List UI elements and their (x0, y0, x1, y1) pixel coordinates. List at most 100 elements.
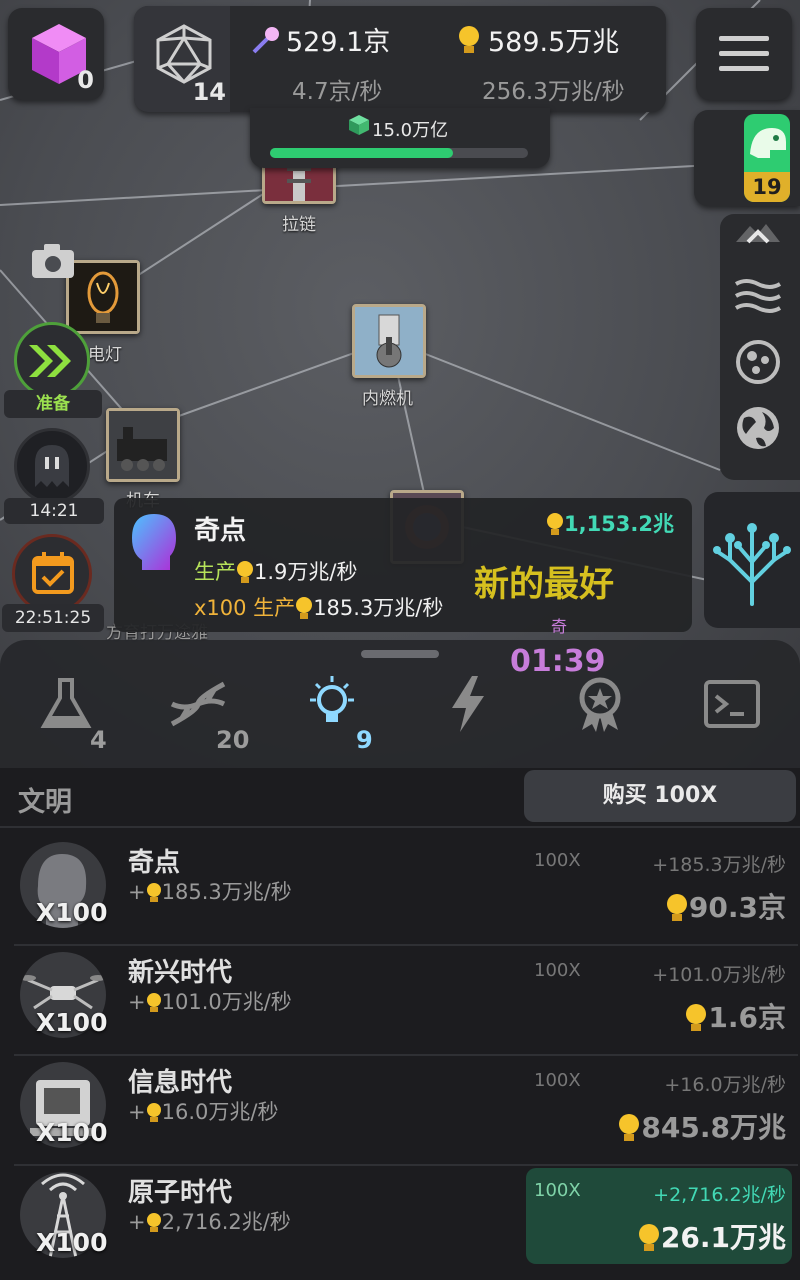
dna-icon (170, 681, 226, 727)
row-cost: 90.3京 (665, 886, 786, 926)
info-multiplier: x100 生产 185.3万兆/秒 (194, 592, 443, 622)
row-cost-value: 1.6京 (708, 1001, 786, 1034)
calendar-button[interactable] (12, 534, 92, 614)
bulb-icon (619, 1114, 640, 1141)
camera-icon[interactable] (30, 240, 76, 280)
header-divider (0, 826, 800, 828)
gem-button[interactable]: 0 (8, 8, 104, 100)
row-multiplier: X100 (36, 1118, 108, 1147)
creature-button[interactable]: 19 (694, 110, 800, 206)
row-cost: 26.1万兆 (637, 1216, 786, 1256)
ghost-icon (35, 445, 69, 487)
list-item-emerging-era[interactable]: X100 新兴时代 +101.0万兆/秒 100X +101.0万兆/秒 1.6… (14, 948, 798, 1056)
selected-info-panel: 奇点 1,153.2兆 生产 1.9万兆/秒 x100 生产 185.3万兆/秒 新… (114, 498, 692, 632)
list-header: 文明 (18, 787, 72, 818)
row-cost-value: 845.8万兆 (641, 1111, 786, 1144)
row-name: 原子时代 (128, 1178, 233, 1208)
bulb-icon (296, 597, 313, 619)
creature-badge: 19 (744, 114, 790, 202)
row-name: 奇点 (128, 848, 181, 878)
row-production-value: 16.0万兆/秒 (161, 1100, 279, 1124)
progress-fill (270, 148, 454, 158)
resource2-value: 589.5万兆 (488, 27, 620, 58)
row-cost-value: 26.1万兆 (660, 1221, 786, 1254)
row-name: 信息时代 (128, 1068, 233, 1098)
tech-tree-icon (713, 523, 791, 606)
bulb-icon (146, 1213, 161, 1232)
tab-dna-count: 20 (216, 726, 250, 754)
globe-icon[interactable] (734, 404, 782, 452)
cell-icon[interactable] (734, 338, 782, 386)
bulb-icon (666, 894, 687, 921)
dinosaur-icon (750, 128, 786, 158)
row-production: +185.3万兆/秒 (128, 880, 292, 904)
lightbulb-tab-icon (310, 676, 354, 722)
drag-handle[interactable] (361, 650, 439, 658)
tab-ideas-count: 9 (356, 726, 373, 754)
green-cube-icon (349, 115, 369, 135)
bulb-icon (459, 26, 479, 53)
resource2-rate: 256.3万兆/秒 (482, 79, 625, 105)
tab-energy[interactable] (428, 672, 508, 742)
list-item-atomic-age[interactable]: X100 原子时代 +2,716.2兆/秒 100X +2,716.2兆/秒 2… (14, 1168, 798, 1276)
fast-forward-icon (29, 345, 71, 377)
node-lightbulb[interactable] (66, 260, 140, 334)
terminal-icon (704, 680, 760, 728)
right-toolbar (720, 214, 800, 480)
bulb-icon (146, 883, 161, 902)
tab-dna[interactable]: 20 (158, 672, 249, 754)
resource-panel: 14 529.1京 4.7京/秒 589.5万兆 256.3万兆/秒 (134, 6, 666, 112)
info-prod-value: 1.9万兆/秒 (254, 560, 358, 584)
progress-track (270, 148, 528, 158)
boost-button[interactable] (14, 322, 90, 398)
ghost-timer-button[interactable] (14, 428, 90, 504)
tech-tree-button[interactable] (704, 492, 800, 628)
boost-label: 准备 (4, 390, 102, 418)
tab-ideas[interactable]: 9 (292, 672, 373, 754)
bottom-tab-bar: 01:39 4 20 9 (0, 640, 800, 768)
level-badge[interactable]: 14 (134, 6, 230, 112)
info-cost-value: 1,153.2兆 (563, 512, 674, 536)
menu-button[interactable] (696, 8, 792, 100)
list-item-singularity[interactable]: X100 奇点 +185.3万兆/秒 100X +185.3万兆/秒 90.3京 (14, 838, 798, 946)
info-mult-label: x100 生产 (194, 596, 296, 620)
node-locomotive[interactable] (106, 408, 180, 482)
new-best-banner: 新的最好 (474, 565, 615, 605)
timer1-label: 14:21 (4, 498, 104, 524)
info-cost: 1,153.2兆 (546, 508, 674, 538)
row-gain: +101.0万兆/秒 (652, 964, 786, 986)
node-label-engine: 内燃机 (362, 389, 413, 409)
locomotive-icon (109, 411, 177, 479)
info-title: 奇点 (194, 516, 247, 546)
mountain-up-icon[interactable] (736, 220, 780, 246)
row-cost-value: 90.3京 (688, 891, 786, 924)
calendar-check-icon (32, 552, 74, 594)
row-gain: +185.3万兆/秒 (652, 854, 786, 876)
row-cost: 845.8万兆 (617, 1106, 786, 1146)
level-number: 14 (192, 78, 226, 106)
list-item-information-age[interactable]: X100 信息时代 +16.0万兆/秒 100X +16.0万兆/秒 845.8… (14, 1058, 798, 1166)
timer2-label: 22:51:25 (2, 604, 104, 632)
hamburger-icon (719, 36, 769, 71)
progress-value: 15.0万亿 (372, 120, 449, 141)
buy-multiplier-button[interactable]: 购买 100X (524, 770, 796, 822)
row-buy-amount: 100X (534, 850, 581, 871)
row-buy-amount: 100X (534, 960, 581, 981)
tab-awards[interactable] (560, 672, 640, 742)
bulb-icon (638, 1224, 659, 1251)
row-production-value: 2,716.2兆/秒 (161, 1210, 291, 1234)
tab-console[interactable] (694, 672, 774, 742)
tab-lab[interactable]: 4 (28, 672, 108, 754)
countdown-tag: 奇 (551, 617, 568, 636)
award-medal-icon (579, 677, 621, 732)
flask-icon (40, 678, 92, 728)
bulb-icon (686, 1004, 707, 1031)
bulb-icon (146, 1103, 161, 1122)
row-buy-amount: 100X (534, 1180, 581, 1201)
info-prod-label: 生产 (194, 560, 236, 584)
waves-icon[interactable] (734, 276, 782, 316)
row-production: +2,716.2兆/秒 (128, 1210, 291, 1234)
creature-count: 19 (744, 172, 790, 202)
node-engine[interactable] (352, 304, 426, 378)
row-cost: 1.6京 (684, 996, 786, 1036)
